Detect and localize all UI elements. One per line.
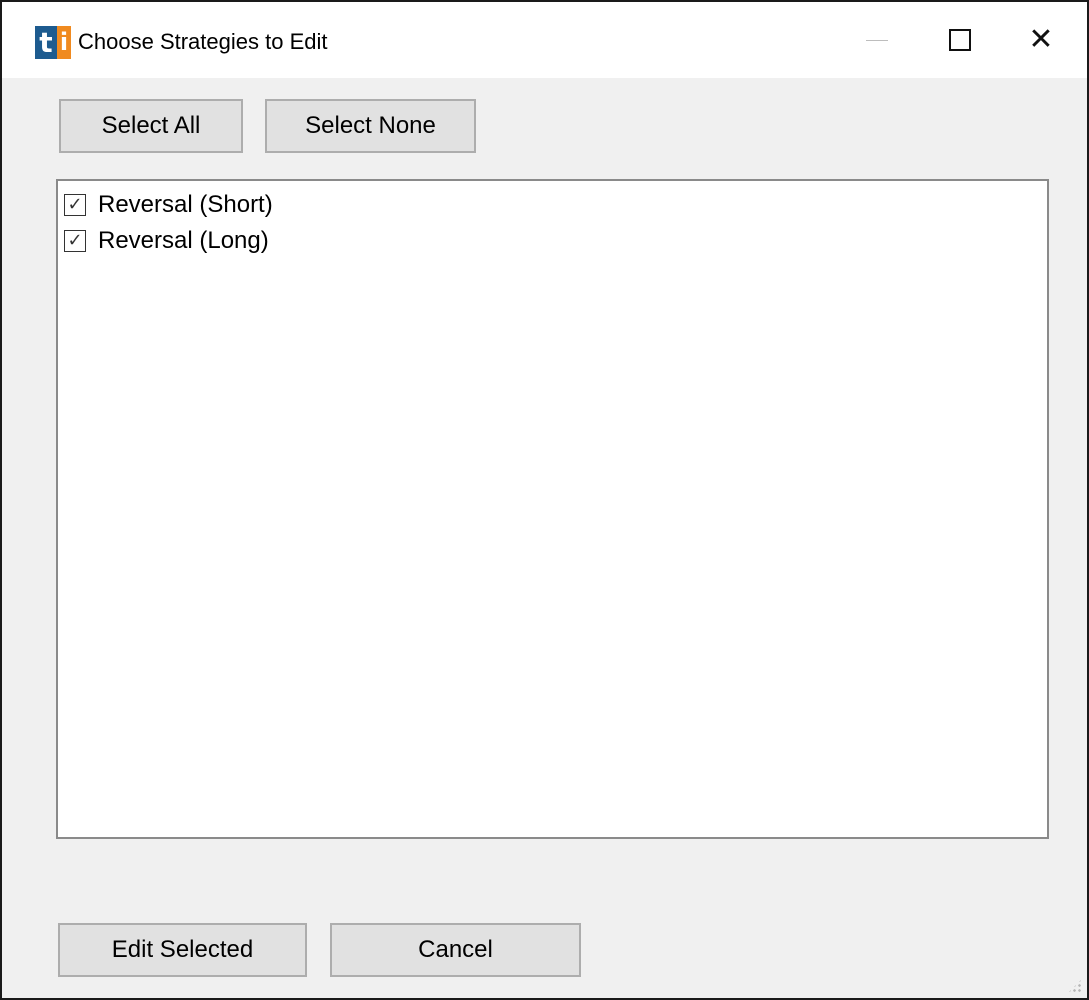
- window-title: Choose Strategies to Edit: [78, 29, 328, 54]
- cancel-button[interactable]: Cancel: [330, 923, 581, 977]
- checkbox-reversal-long[interactable]: ✓: [64, 230, 86, 252]
- maximize-icon: [949, 29, 971, 51]
- minimize-icon: [866, 39, 888, 41]
- close-icon: ✕: [1028, 22, 1054, 57]
- app-logo-icon: t i: [35, 26, 71, 59]
- list-item-reversal-long[interactable]: ✓ Reversal (Long): [64, 223, 269, 259]
- select-none-button[interactable]: Select None: [265, 99, 476, 153]
- select-all-button[interactable]: Select All: [59, 99, 243, 153]
- check-icon: ✓: [67, 194, 83, 215]
- minimize-button[interactable]: [842, 2, 912, 78]
- dialog-window: t i Choose Strategies to Edit ✕ Select A…: [0, 0, 1089, 1000]
- app-logo-t: t: [35, 26, 57, 59]
- checkbox-reversal-short[interactable]: ✓: [64, 194, 86, 216]
- app-logo-i: i: [57, 26, 71, 59]
- title-bar[interactable]: t i Choose Strategies to Edit ✕: [2, 2, 1087, 78]
- strategy-checklist[interactable]: ✓ Reversal (Short) ✓ Reversal (Long): [56, 179, 1049, 839]
- check-icon: ✓: [67, 230, 83, 251]
- close-button[interactable]: ✕: [1006, 2, 1076, 78]
- list-item-label: Reversal (Long): [98, 227, 269, 254]
- list-item-reversal-short[interactable]: ✓ Reversal (Short): [64, 187, 273, 223]
- edit-selected-button[interactable]: Edit Selected: [58, 923, 307, 977]
- resize-grip-icon[interactable]: [1067, 978, 1083, 994]
- list-item-label: Reversal (Short): [98, 191, 273, 218]
- maximize-button[interactable]: [925, 2, 995, 78]
